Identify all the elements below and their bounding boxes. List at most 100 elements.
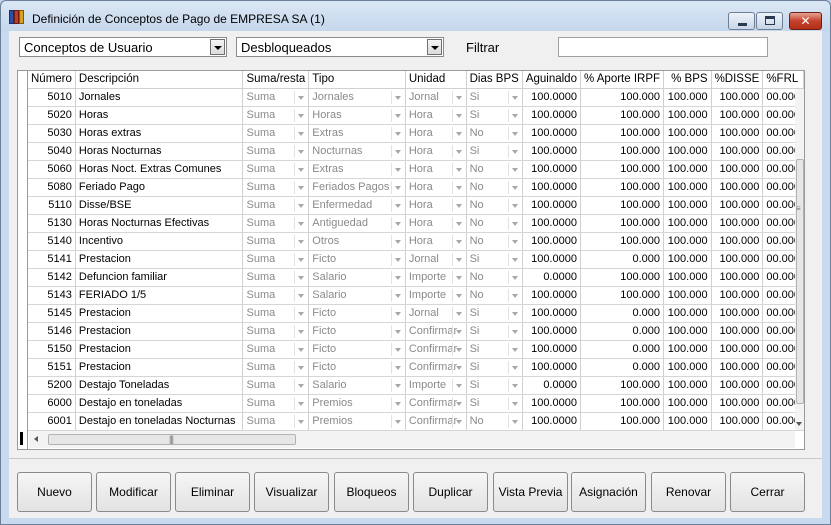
table-row[interactable]: 5110 Disse/BSE Suma Enfermedad Hora No 100.000…	[28, 196, 804, 215]
table-cell[interactable]: 100.000	[663, 232, 712, 251]
table-cell[interactable]: Disse/BSE	[75, 196, 244, 215]
table-cell[interactable]: No	[466, 160, 523, 179]
table-cell[interactable]: 100.000	[663, 196, 712, 215]
chevron-down-icon[interactable]	[394, 293, 401, 298]
table-cell[interactable]: 100.000	[711, 322, 764, 341]
column-header[interactable]: Tipo	[308, 71, 406, 89]
table-cell[interactable]: 0.000	[580, 304, 665, 323]
table-cell[interactable]: Horas Nocturnas Efectivas	[75, 214, 244, 233]
concept-type-select[interactable]: Conceptos de Usuario	[19, 37, 227, 57]
table-cell[interactable]: Suma	[242, 412, 310, 431]
table-row[interactable]: 5010 Jornales Suma Jornales Jornal Si 100.0000…	[28, 88, 804, 107]
table-cell[interactable]: Confirmar	[405, 412, 467, 431]
chevron-down-icon[interactable]	[455, 185, 462, 190]
table-cell[interactable]: Jornal	[405, 304, 467, 323]
chevron-down-icon[interactable]	[511, 131, 518, 136]
chevron-down-icon[interactable]	[511, 95, 518, 100]
table-row[interactable]: 6001 Destajo en toneladas Nocturnas Suma Pr…	[28, 412, 804, 431]
table-cell[interactable]: Nocturnas	[308, 142, 406, 161]
table-cell[interactable]: Confirmar	[405, 394, 467, 413]
column-header[interactable]: % Aporte IRPF	[580, 71, 665, 89]
chevron-down-icon[interactable]	[455, 113, 462, 118]
chevron-down-icon[interactable]	[298, 131, 305, 136]
table-cell[interactable]: 100.000	[711, 160, 764, 179]
table-cell[interactable]: 100.000	[663, 160, 712, 179]
table-cell[interactable]: 5130	[28, 214, 76, 233]
chevron-down-icon[interactable]	[298, 239, 305, 244]
chevron-down-icon[interactable]	[511, 167, 518, 172]
table-cell[interactable]: Ficto	[308, 250, 406, 269]
table-cell[interactable]: 100.000	[663, 214, 712, 233]
chevron-down-icon[interactable]	[394, 185, 401, 190]
table-cell[interactable]: 100.000	[711, 376, 764, 395]
table-cell[interactable]: 100.000	[711, 214, 764, 233]
chevron-down-icon[interactable]	[394, 329, 401, 334]
table-cell[interactable]: 100.000	[663, 412, 712, 431]
chevron-down-icon[interactable]	[298, 275, 305, 280]
table-cell[interactable]: 5040	[28, 142, 76, 161]
chevron-down-icon[interactable]	[511, 185, 518, 190]
table-cell[interactable]: Hora	[405, 232, 467, 251]
table-cell[interactable]: 100.000	[580, 88, 665, 107]
table-cell[interactable]: 0.000	[580, 340, 665, 359]
table-cell[interactable]: Jornales	[75, 88, 244, 107]
vertical-scrollbar[interactable]: ≡	[795, 89, 804, 430]
table-cell[interactable]: Feriado Pago	[75, 178, 244, 197]
table-cell[interactable]: Si	[466, 358, 523, 377]
table-cell[interactable]: No	[466, 178, 523, 197]
chevron-down-icon[interactable]	[298, 329, 305, 334]
table-cell[interactable]: Destajo en toneladas Nocturnas	[75, 412, 244, 431]
column-header[interactable]: Unidad	[405, 71, 467, 89]
table-cell[interactable]: 100.000	[663, 394, 712, 413]
table-cell[interactable]: 0.0000	[522, 268, 581, 287]
table-row[interactable]: 5145 Prestacion Suma Ficto Jornal Si 100.0000 0…	[28, 304, 804, 323]
chevron-down-icon[interactable]	[394, 275, 401, 280]
table-cell[interactable]: Prestacion	[75, 250, 244, 269]
table-cell[interactable]: Suma	[242, 88, 310, 107]
chevron-down-icon[interactable]	[394, 131, 401, 136]
table-cell[interactable]: 5146	[28, 322, 76, 341]
table-cell[interactable]: Suma	[242, 394, 310, 413]
table-cell[interactable]: Si	[466, 376, 523, 395]
table-cell[interactable]: Importe	[405, 286, 467, 305]
table-cell[interactable]: 0.000	[580, 358, 665, 377]
table-cell[interactable]: Premios	[308, 394, 406, 413]
table-cell[interactable]: Premios	[308, 412, 406, 431]
table-cell[interactable]: No	[466, 124, 523, 143]
table-cell[interactable]: 100.0000	[522, 322, 581, 341]
asignacion-button[interactable]: Asignación	[571, 472, 646, 512]
column-header[interactable]: Dias BPS	[466, 71, 523, 89]
chevron-down-icon[interactable]	[298, 383, 305, 388]
table-cell[interactable]: 100.0000	[522, 304, 581, 323]
table-cell[interactable]: Suma	[242, 304, 310, 323]
table-cell[interactable]: No	[466, 232, 523, 251]
table-cell[interactable]: 100.000	[711, 142, 764, 161]
table-cell[interactable]: 100.0000	[522, 124, 581, 143]
table-cell[interactable]: Incentivo	[75, 232, 244, 251]
chevron-down-icon[interactable]	[298, 221, 305, 226]
table-cell[interactable]: 100.000	[711, 268, 764, 287]
table-cell[interactable]: Confirmar	[405, 340, 467, 359]
table-cell[interactable]: 6001	[28, 412, 76, 431]
chevron-down-icon[interactable]	[455, 95, 462, 100]
table-cell[interactable]: Horas	[75, 106, 244, 125]
table-cell[interactable]: Si	[466, 88, 523, 107]
chevron-down-icon[interactable]	[298, 185, 305, 190]
table-cell[interactable]: Suma	[242, 250, 310, 269]
table-cell[interactable]: 100.000	[711, 106, 764, 125]
table-cell[interactable]: 100.000	[580, 412, 665, 431]
table-cell[interactable]: Suma	[242, 322, 310, 341]
table-cell[interactable]: Prestacion	[75, 322, 244, 341]
table-cell[interactable]: Otros	[308, 232, 406, 251]
table-cell[interactable]: Salario	[308, 286, 406, 305]
table-cell[interactable]: Suma	[242, 178, 310, 197]
table-cell[interactable]: Si	[466, 340, 523, 359]
chevron-down-icon[interactable]	[455, 149, 462, 154]
chevron-down-icon[interactable]	[511, 257, 518, 262]
horizontal-scrollbar[interactable]: |||	[29, 431, 795, 448]
table-cell[interactable]: 100.0000	[522, 412, 581, 431]
table-row[interactable]: 6000 Destajo en toneladas Suma Premios Confi…	[28, 394, 804, 413]
chevron-down-icon[interactable]	[394, 311, 401, 316]
table-cell[interactable]: 5010	[28, 88, 76, 107]
table-cell[interactable]: 100.000	[711, 178, 764, 197]
